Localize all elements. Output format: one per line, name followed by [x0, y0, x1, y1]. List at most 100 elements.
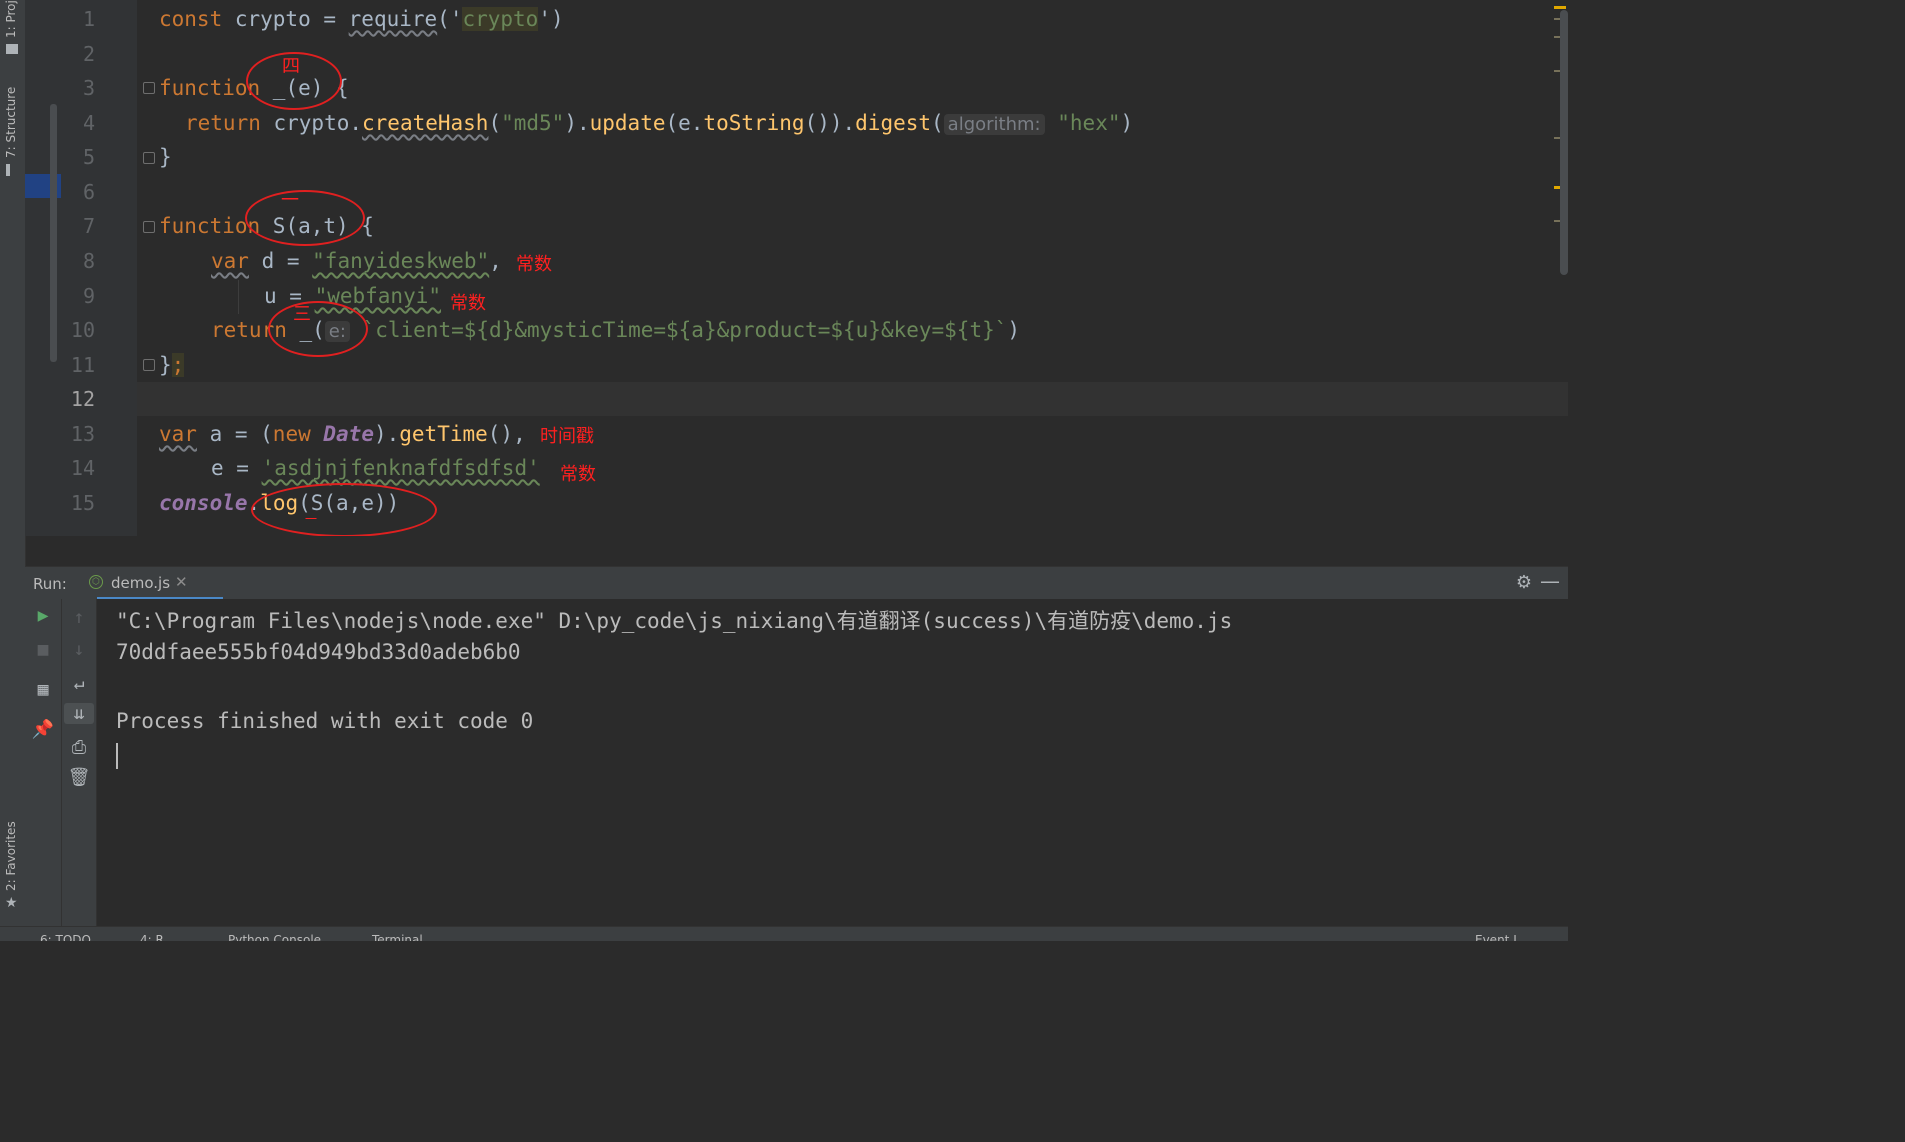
- scroll-to-end-icon[interactable]: ⇊: [64, 703, 94, 724]
- string-literal: "md5": [501, 111, 565, 135]
- code-line-8: var d = "fanyideskweb",: [211, 244, 502, 278]
- keyword: const: [159, 7, 223, 31]
- python-console-tab[interactable]: Python Console: [228, 933, 321, 941]
- structure-tool-tab[interactable]: 7: Structure: [0, 84, 25, 179]
- code-line-4: return crypto.createHash("md5").update(e…: [185, 106, 1133, 140]
- class-name: Date: [323, 422, 374, 446]
- line-number: 1: [82, 7, 95, 31]
- code-text: }: [159, 145, 172, 169]
- keyword: return: [185, 111, 261, 135]
- folder-icon: [6, 44, 18, 54]
- annotation-label: 一: [305, 512, 318, 526]
- code-text: ).: [564, 111, 590, 135]
- annotation-label: 四: [282, 56, 300, 77]
- keyword: function: [159, 76, 261, 100]
- run-bottom-tab[interactable]: 4: R: [140, 933, 164, 941]
- annotation-label: 时间戳: [540, 426, 594, 447]
- parameter-hint: algorithm:: [943, 114, 1045, 135]
- code-text: ,: [489, 249, 502, 273]
- function-name: digest: [855, 111, 932, 135]
- nodejs-icon: ⬡: [89, 575, 103, 589]
- line-number: 13: [70, 422, 95, 446]
- code-text: crypto.: [260, 111, 363, 135]
- code-text: e =: [211, 456, 262, 480]
- line-number: 6: [82, 180, 95, 204]
- function-name: createHash: [362, 111, 489, 135]
- stop-icon[interactable]: ■: [28, 639, 58, 660]
- code-text: ).: [373, 422, 400, 446]
- line-number: 4: [82, 111, 95, 135]
- trash-icon[interactable]: 🗑: [64, 767, 94, 788]
- bottom-tool-bar: 6: TODO 4: R Python Console Terminal Eve…: [0, 926, 1568, 941]
- keyword: var: [159, 422, 197, 446]
- fold-marker[interactable]: [143, 359, 155, 371]
- soft-wrap-icon[interactable]: ↵: [64, 673, 94, 694]
- string-literal: "hex": [1057, 111, 1121, 135]
- rerun-icon[interactable]: ▶: [28, 605, 58, 626]
- string-literal: "fanyideskweb": [312, 249, 490, 273]
- run-toolbar-primary: ▶ ■ ▦ 📌: [25, 599, 62, 926]
- keyword: var: [211, 249, 249, 273]
- favorites-tool-tab[interactable]: 2: Favorites ★: [0, 815, 25, 915]
- run-label: Run:: [33, 575, 67, 593]
- star-icon: ★: [5, 895, 18, 911]
- structure-icon: [6, 164, 18, 176]
- event-log-tab[interactable]: Event L: [1475, 933, 1520, 941]
- annotation-label: 常数: [516, 254, 552, 275]
- code-line-11: };: [159, 348, 185, 382]
- layout-icon[interactable]: ▦: [28, 679, 58, 700]
- gear-icon[interactable]: ⚙: [1516, 572, 1532, 593]
- down-arrow-icon[interactable]: ↓: [64, 639, 94, 660]
- annotation-circle: [251, 483, 437, 536]
- run-tab-demo-js[interactable]: ⬡ demo.js ✕: [73, 567, 199, 600]
- keyword: new: [272, 422, 311, 446]
- line-number: 8: [82, 249, 95, 273]
- terminal-tab[interactable]: Terminal: [372, 933, 423, 941]
- indent-guide: [238, 280, 239, 314]
- project-tab-label: 1: Proj: [4, 0, 18, 38]
- text-caret: [116, 743, 118, 769]
- semicolon: ;: [171, 353, 185, 377]
- print-icon[interactable]: ⎙: [64, 737, 94, 758]
- annotation-label: 一: [281, 190, 299, 211]
- run-tab-label: demo.js: [111, 574, 171, 592]
- line-number: 10: [70, 318, 95, 342]
- code-text: (: [488, 111, 502, 135]
- code-editor[interactable]: 1 2 3 4 5 6 7 8 9 10 11 12 13 14 15 cons…: [25, 0, 1568, 536]
- minimize-icon[interactable]: —: [1540, 569, 1560, 593]
- current-line-highlight: [137, 382, 1568, 416]
- fold-marker[interactable]: [143, 82, 155, 94]
- code-text: ): [1007, 318, 1021, 342]
- string-literal: 'asdjnjfenknafdfsdfsd': [261, 456, 540, 480]
- object-name: console: [159, 491, 248, 515]
- console-line-command: "C:\Program Files\nodejs\node.exe" D:\py…: [116, 609, 1233, 633]
- close-icon[interactable]: ✕: [175, 573, 188, 591]
- line-number: 14: [70, 456, 95, 480]
- editor-scrollbar[interactable]: [1560, 10, 1568, 275]
- code-text: (: [931, 111, 944, 135]
- annotation-label: 三: [293, 304, 311, 325]
- fold-marker[interactable]: [143, 152, 155, 164]
- annotation-circle: [268, 301, 368, 357]
- code-text: }: [159, 353, 172, 377]
- code-line-14: e = 'asdjnjfenknafdfsdfsd': [211, 451, 540, 485]
- todo-tab[interactable]: 6: TODO: [40, 933, 91, 941]
- up-arrow-icon[interactable]: ↑: [64, 607, 94, 628]
- code-text: a = (: [196, 422, 273, 446]
- annotation-circle: [245, 190, 365, 246]
- pin-icon[interactable]: 📌: [28, 719, 58, 740]
- annotation-label: 常数: [560, 464, 596, 485]
- template-string: `client=${d}&mysticTime=${a}&product=${u…: [349, 318, 1008, 342]
- code-text: ()).: [804, 111, 856, 135]
- warning-marker[interactable]: [1554, 6, 1566, 9]
- string-literal: crypto: [462, 7, 539, 31]
- line-number: 3: [82, 76, 95, 100]
- project-tool-tab[interactable]: 1: Proj: [0, 0, 25, 60]
- line-number: 7: [82, 214, 95, 238]
- console-output[interactable]: "C:\Program Files\nodejs\node.exe" D:\py…: [97, 599, 1568, 926]
- code-line-5: }: [159, 140, 172, 174]
- line-number: 9: [82, 284, 95, 308]
- fold-marker[interactable]: [143, 221, 155, 233]
- error-stripe[interactable]: [1554, 0, 1568, 536]
